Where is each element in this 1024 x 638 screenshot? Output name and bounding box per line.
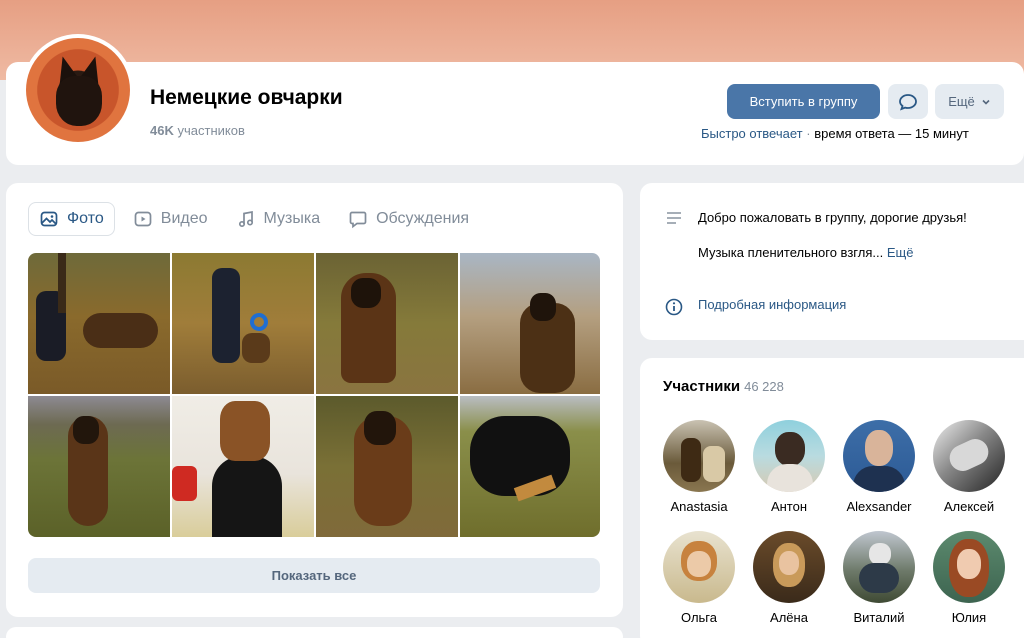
member-name: Антон <box>770 499 808 514</box>
tab-photos[interactable]: Фото <box>28 202 115 236</box>
members-heading[interactable]: Участники 46 228 <box>663 378 784 395</box>
read-more-link[interactable]: Ещё <box>887 245 914 260</box>
members-count-line[interactable]: 46K участников <box>150 123 245 138</box>
member-name: Alexsander <box>846 499 912 514</box>
response-info: Быстро отвечает · время ответа — 15 мину… <box>701 126 969 141</box>
member-item[interactable]: Ольга <box>654 531 744 625</box>
member-name: Виталий <box>853 610 905 625</box>
members-card: Участники 46 228 Anastasia Антон Alexsand… <box>640 358 1024 638</box>
photo-grid <box>28 253 600 537</box>
teaser-line: Музыка пленительного взгля... Ещё <box>698 243 978 262</box>
teaser-text: Музыка пленительного взгля... <box>698 245 884 260</box>
group-info-card: Добро пожаловать в группу, дорогие друзь… <box>640 183 1024 340</box>
tab-label: Обсуждения <box>376 210 470 227</box>
photo-thumbnail[interactable] <box>460 396 600 537</box>
more-label: Ещё <box>948 94 975 109</box>
response-fast: Быстро отвечает <box>701 126 803 141</box>
member-item[interactable]: Виталий <box>834 531 924 625</box>
chevron-down-icon <box>982 99 990 105</box>
tab-video[interactable]: Видео <box>123 202 218 236</box>
tab-label: Музыка <box>263 210 321 227</box>
avatar-image <box>26 38 130 142</box>
member-name: Юлия <box>951 610 987 625</box>
photo-thumbnail[interactable] <box>172 253 314 394</box>
avatar <box>933 420 1005 492</box>
music-icon <box>238 210 253 228</box>
avatar <box>663 531 735 603</box>
member-item[interactable]: Юлия <box>924 531 1014 625</box>
photo-thumbnail[interactable] <box>28 396 170 537</box>
member-name: Anastasia <box>670 499 728 514</box>
message-icon <box>899 93 917 111</box>
join-group-button[interactable]: Вступить в группу <box>727 84 880 119</box>
photo-thumbnail[interactable] <box>28 253 170 394</box>
member-item[interactable]: Алёна <box>744 531 834 625</box>
photos-card: Фото Видео Музыка Обсуждения Показать вс… <box>6 183 623 617</box>
member-item[interactable]: Алексей <box>924 420 1014 514</box>
message-button[interactable] <box>888 84 928 119</box>
tab-label: Видео <box>160 210 208 227</box>
member-item[interactable]: Антон <box>744 420 834 514</box>
member-name: Ольга <box>680 610 717 625</box>
member-name: Алексей <box>943 499 995 514</box>
member-item[interactable]: Anastasia <box>654 420 744 514</box>
response-time: время ответа — 15 минут <box>814 126 969 141</box>
info-icon <box>665 298 683 316</box>
welcome-text: Добро пожаловать в группу, дорогие друзь… <box>698 210 967 225</box>
members-title: Участники <box>663 378 741 395</box>
chat-icon <box>349 211 367 229</box>
next-card-edge <box>6 627 623 638</box>
text-lines-icon <box>667 212 681 224</box>
avatar <box>753 531 825 603</box>
media-tabs: Фото Видео Музыка Обсуждения <box>28 202 479 236</box>
video-icon <box>134 211 152 227</box>
avatar <box>933 531 1005 603</box>
photo-thumbnail[interactable] <box>172 396 314 537</box>
details-row[interactable]: Подробная информация <box>664 297 846 317</box>
avatar <box>843 420 915 492</box>
members-suffix: участников <box>177 123 245 138</box>
avatar <box>843 531 915 603</box>
description-row: Добро пожаловать в группу, дорогие друзь… <box>664 208 978 262</box>
more-button[interactable]: Ещё <box>935 84 1004 119</box>
details-link[interactable]: Подробная информация <box>698 297 846 312</box>
tab-discussions[interactable]: Обсуждения <box>338 202 479 236</box>
page-title: Немецкие овчарки <box>150 86 343 109</box>
avatar <box>663 420 735 492</box>
group-avatar[interactable] <box>22 34 134 146</box>
description-text: Добро пожаловать в группу, дорогие друзь… <box>698 208 978 262</box>
member-name: Алёна <box>770 610 808 625</box>
tab-music[interactable]: Музыка <box>226 202 331 236</box>
members-total: 46 228 <box>744 379 784 394</box>
member-item[interactable]: Alexsander <box>834 420 924 514</box>
members-count: 46K <box>150 123 174 138</box>
photo-thumbnail[interactable] <box>460 253 600 394</box>
photo-thumbnail[interactable] <box>316 396 458 537</box>
response-separator: · <box>806 126 811 141</box>
show-all-button[interactable]: Показать все <box>28 558 600 593</box>
image-icon <box>40 211 58 227</box>
photo-thumbnail[interactable] <box>316 253 458 394</box>
tab-label: Фото <box>67 210 104 227</box>
avatar <box>753 420 825 492</box>
